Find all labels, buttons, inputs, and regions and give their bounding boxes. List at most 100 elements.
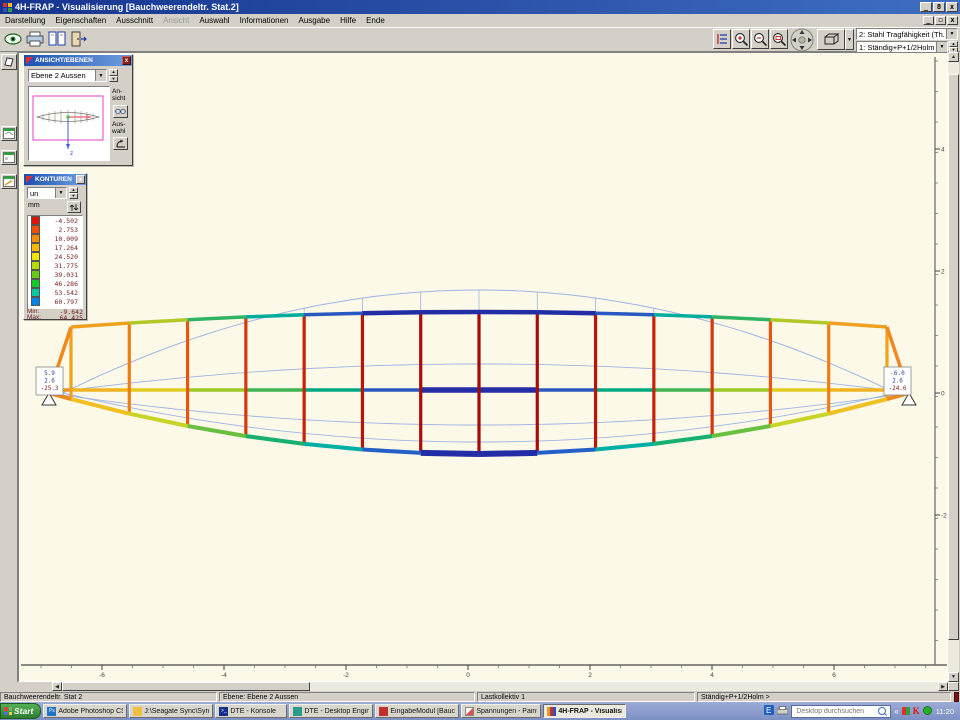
legend-row: -4.502: [28, 216, 82, 225]
bottom-chord-member: [654, 436, 712, 444]
minimize-button[interactable]: _: [920, 2, 932, 12]
tray-antivirus-icon[interactable]: K: [913, 706, 920, 716]
taskbar-clock: 11:20: [936, 707, 954, 716]
legend-row: 46.286: [28, 279, 82, 288]
menu-item-ende[interactable]: Ende: [361, 16, 390, 25]
scroll-right-icon[interactable]: ▶: [938, 682, 948, 691]
tray-status-icon[interactable]: [923, 702, 932, 720]
konturen-panel-titlebar[interactable]: KONTUREN x: [24, 174, 86, 185]
ansicht-panel-titlebar[interactable]: ANSICHT/EBENEN x: [24, 55, 132, 66]
bottom-chord-member: [770, 414, 828, 426]
top-chord-member: [770, 320, 828, 323]
horizontal-scroll-thumb[interactable]: [62, 682, 310, 691]
view-3d-dropdown[interactable]: ▼: [845, 29, 854, 50]
selection-button[interactable]: [113, 137, 128, 150]
taskbar-button-frap[interactable]: 4H-FRAP - Visualisier...: [543, 704, 626, 718]
ansicht-ebenen-panel: ANSICHT/EBENEN x Ebene 2 Aussen ▼ ▲ ▼: [23, 54, 133, 166]
exit-button[interactable]: [69, 29, 89, 49]
restore-button[interactable]: 8: [933, 2, 945, 12]
chevron-down-icon[interactable]: ▼: [946, 29, 957, 39]
contour-spinner[interactable]: ▲ ▼: [69, 187, 78, 199]
menu-item-ausgabe[interactable]: Ausgabe: [293, 16, 335, 25]
tray-app-icon[interactable]: E: [764, 702, 774, 720]
taskbar-button-paint[interactable]: Spannungen - Paint: [461, 704, 541, 718]
close-button[interactable]: x: [946, 2, 958, 12]
taskbar: Start PsAdobe Photoshop CS3 E...J:\Seaga…: [0, 702, 960, 720]
start-button[interactable]: Start: [0, 703, 41, 719]
node-value: -6.0: [890, 370, 905, 377]
vertical-scroll-thumb[interactable]: [948, 74, 959, 640]
status-stop-icon[interactable]: [954, 692, 959, 702]
taskbar-button-folder[interactable]: J:\Seagate Sync\SyncRe...: [129, 704, 213, 718]
tray-color-icon[interactable]: [902, 702, 910, 720]
scroll-down-icon[interactable]: ▼: [948, 672, 959, 682]
print-button[interactable]: [25, 29, 45, 49]
zoom-out-button[interactable]: [751, 29, 769, 49]
ansicht-panel-title: ANSICHT/EBENEN: [35, 57, 93, 64]
horizontal-scrollbar[interactable]: ◀ ▶: [52, 682, 948, 691]
plane-preview[interactable]: z: [28, 86, 110, 161]
view-eye-button[interactable]: [3, 29, 23, 49]
zoom-out-icon: [753, 32, 768, 47]
legend-row: 53.542: [28, 288, 82, 297]
menu-item-ausschnitt[interactable]: Ausschnitt: [111, 16, 158, 25]
zoom-window-button[interactable]: [770, 29, 788, 49]
search-icon[interactable]: [878, 707, 886, 715]
bottom-chord-member: [362, 450, 420, 453]
panel-toggle-werkzeug-button[interactable]: [1, 174, 17, 189]
menu-item-eigenschaften[interactable]: Eigenschaften: [50, 16, 111, 25]
drawing-viewport[interactable]: 5.92.6-25.3-6.02.6-24.6-6-4-20246420-2 A…: [18, 52, 948, 682]
left-tool-strip: [0, 52, 18, 691]
tree-view-button[interactable]: [713, 29, 731, 49]
taskbar-button-eingabe[interactable]: EingabeModul [Bauchwee...: [375, 704, 459, 718]
panel-close-icon[interactable]: x: [76, 175, 85, 184]
legend-value: 39.031: [40, 271, 82, 279]
tray-printer-icon[interactable]: [777, 702, 788, 720]
ebene-combo[interactable]: Ebene 2 Aussen ▼: [28, 69, 107, 82]
scroll-up-icon[interactable]: ▲: [948, 52, 959, 62]
mdi-minimize-button[interactable]: _: [923, 16, 934, 25]
spinner-down-icon[interactable]: ▼: [69, 193, 78, 199]
scroll-left-icon[interactable]: ◀: [52, 682, 62, 691]
contour-quantity-combo[interactable]: un ▼: [27, 187, 67, 199]
view-apply-button[interactable]: [113, 105, 128, 118]
menu-item-darstellung[interactable]: Darstellung: [0, 16, 50, 25]
vertical-scrollbar[interactable]: ▲ ▼: [948, 52, 959, 682]
menu-item-auswahl[interactable]: Auswahl: [194, 16, 234, 25]
panel-toggle-konturen-button[interactable]: [1, 150, 17, 165]
desktop-search-box[interactable]: [791, 705, 891, 718]
x-ruler-label: -2: [343, 672, 349, 679]
ebene-spinner[interactable]: ▲ ▼: [109, 69, 118, 82]
tree-list-icon: [715, 32, 729, 46]
taskbar-button-console[interactable]: >_DTE - Konsole: [215, 704, 287, 718]
view-3d-button[interactable]: [817, 29, 845, 50]
recalc-button[interactable]: [67, 201, 81, 213]
panel-window-icon: [3, 152, 15, 163]
spinner-down-icon[interactable]: ▼: [109, 76, 118, 83]
bottom-chord-member: [537, 450, 595, 453]
tray-collapse-icon[interactable]: «: [894, 707, 898, 716]
chevron-down-icon[interactable]: ▼: [55, 188, 66, 198]
bottom-chord-member: [421, 453, 479, 454]
taskbar-button-dte[interactable]: DTE - Desktop Engineeri...: [289, 704, 373, 718]
chevron-down-icon[interactable]: ▼: [95, 70, 106, 81]
taskbar-button-label: DTE - Konsole: [230, 708, 276, 715]
menu-item-hilfe[interactable]: Hilfe: [335, 16, 361, 25]
legend-value: 24.520: [40, 253, 82, 261]
chevron-down-icon[interactable]: ▼: [936, 42, 947, 52]
taskbar-button-photoshop[interactable]: PsAdobe Photoshop CS3 E...: [43, 704, 127, 718]
print-preview-button[interactable]: [47, 29, 67, 49]
panel-close-icon[interactable]: x: [122, 56, 131, 65]
eingabe-icon: [379, 707, 388, 716]
zoom-in-button[interactable]: [732, 29, 750, 49]
mdi-close-button[interactable]: x: [947, 16, 958, 25]
mdi-restore-button[interactable]: ◻: [935, 16, 946, 25]
plane-select-button[interactable]: [1, 54, 17, 70]
legend-value: 17.264: [40, 244, 82, 252]
menu-item-informationen[interactable]: Informationen: [235, 16, 294, 25]
load-combo-value: 1: Ständig+P+1/2Holm >: [857, 43, 936, 52]
panel-toggle-ansicht-button[interactable]: [1, 126, 17, 141]
polygon-plane-icon: [3, 56, 15, 68]
search-input[interactable]: [794, 707, 878, 716]
result-case-combo[interactable]: 2: Stahl Tragfähigkeit (Th. 2. O ▼: [856, 28, 958, 40]
